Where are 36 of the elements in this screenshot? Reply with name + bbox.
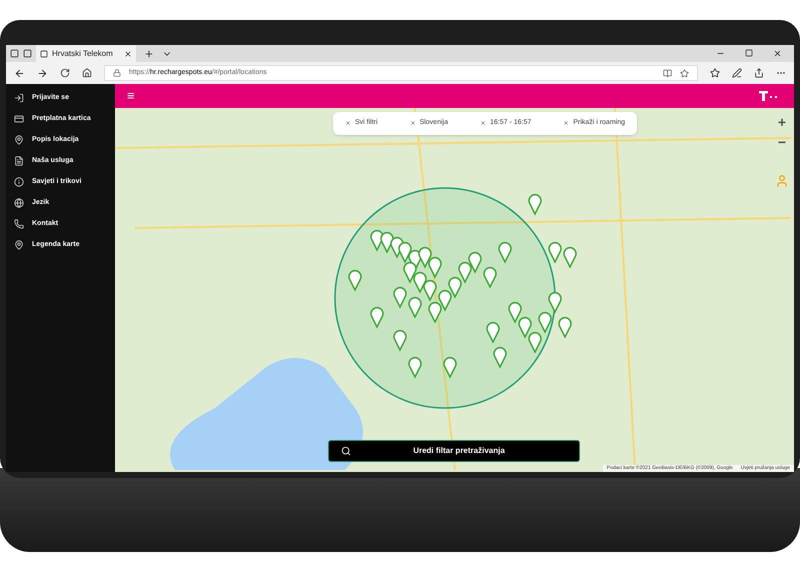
remove-icon [410,120,416,126]
zoom-in-button[interactable]: + [774,114,790,130]
forward-icon[interactable] [37,68,48,78]
maximize-icon[interactable] [745,49,753,57]
back-icon[interactable] [14,68,25,78]
share-icon[interactable] [754,68,764,78]
remove-icon [563,120,570,126]
remove-icon [345,120,351,126]
close-icon[interactable] [773,49,782,58]
home-icon[interactable] [82,68,92,78]
card-icon [14,114,24,124]
close-tab-icon[interactable] [124,50,132,58]
browser-tab[interactable]: Hrvatski Telekom [36,45,136,62]
new-tab-icon[interactable] [144,48,154,58]
login-icon [14,93,24,103]
favorite-star-icon[interactable] [680,68,689,78]
remove-icon [480,120,486,126]
menu-icon[interactable]: ≡ [127,86,135,106]
map-pin-icon [14,240,24,250]
page-icon [40,50,48,58]
search-filter-button[interactable]: Uredi filtar pretraživanja [328,440,580,462]
map-pin-icon [14,135,24,145]
reading-view-icon[interactable] [663,68,672,78]
search-icon [341,446,351,456]
lock-icon [113,69,121,77]
favorites-icon[interactable] [710,68,720,78]
info-icon [14,177,24,187]
zoom-out-button[interactable]: − [774,134,790,150]
tab-actions-icon[interactable] [10,49,19,58]
refresh-icon[interactable] [60,68,70,78]
pen-icon[interactable] [732,68,742,78]
tab-title: Hrvatski Telekom [52,48,114,60]
tab-aside-icon[interactable] [23,49,32,58]
globe-icon [14,198,24,208]
document-icon [14,156,24,166]
phone-icon [14,219,24,229]
